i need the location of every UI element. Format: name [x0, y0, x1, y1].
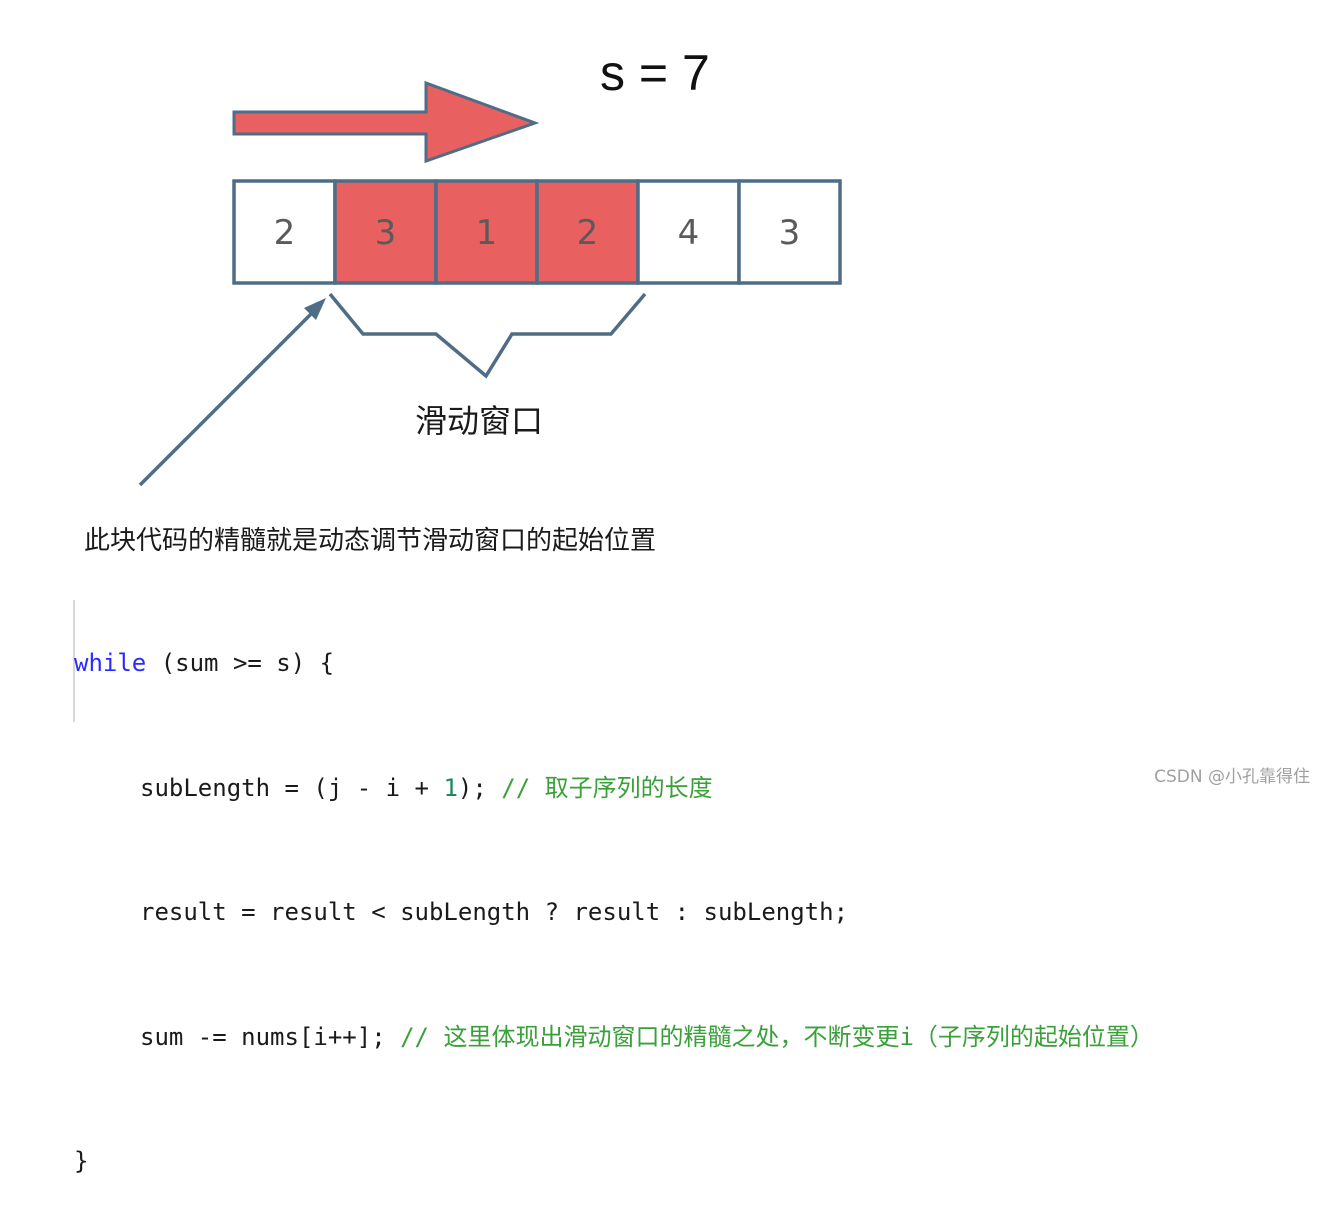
direction-arrow-icon — [232, 80, 540, 164]
code-comment: // 这里体现出滑动窗口的精髓之处，不断变更i（子序列的起始位置） — [400, 1022, 1154, 1051]
cell-value: 3 — [779, 213, 801, 253]
caption: 此块代码的精髓就是动态调节滑动窗口的起始位置 — [84, 526, 657, 556]
array-cell: 2 — [535, 179, 640, 285]
window-brace — [328, 292, 647, 379]
cell-value: 4 — [678, 213, 700, 253]
code-line: subLength = (j - i + 1); // 取子序列的长度 — [74, 768, 1154, 810]
code-line: sum -= nums[i++]; // 这里体现出滑动窗口的精髓之处，不断变更… — [74, 1017, 1154, 1059]
watermark: CSDN @小孔靠得住 — [1154, 767, 1310, 787]
code-line: result = result < subLength ? result : s… — [74, 892, 1154, 934]
code-text: subLength = (j - i + — [140, 773, 444, 802]
code-line: while (sum >= s) { — [74, 643, 1154, 685]
number-literal: 1 — [443, 773, 458, 802]
window-label: 滑动窗口 — [415, 402, 543, 440]
array-cell: 4 — [636, 179, 741, 285]
target-sum-title: s = 7 — [600, 45, 710, 101]
code-comment: // 取子序列的长度 — [501, 773, 713, 802]
cell-value: 2 — [577, 213, 599, 253]
start-pointer-arrow — [138, 310, 315, 487]
code-text: sum -= nums[i++]; — [140, 1022, 401, 1051]
cell-value: 3 — [375, 213, 397, 253]
code-text: ); — [457, 773, 502, 802]
code-text: } — [74, 1147, 89, 1175]
keyword-while: while — [74, 649, 147, 677]
code-line: } — [74, 1141, 1154, 1183]
cell-value: 2 — [274, 213, 296, 253]
code-text: (sum >= s) { — [146, 649, 335, 677]
array-cells: 2 3 1 2 4 3 — [232, 179, 842, 285]
array-cell: 3 — [737, 179, 842, 285]
code-text: result = result < subLength ? result : s… — [140, 898, 849, 926]
code-block: while (sum >= s) { subLength = (j - i + … — [74, 560, 1154, 1224]
array-cell: 1 — [434, 179, 539, 285]
array-cell: 3 — [333, 179, 438, 285]
sliding-window-diagram: s = 7 2 3 1 2 4 3 滑动窗口 — [138, 45, 842, 487]
array-cell: 2 — [232, 179, 337, 285]
cell-value: 1 — [476, 213, 498, 253]
